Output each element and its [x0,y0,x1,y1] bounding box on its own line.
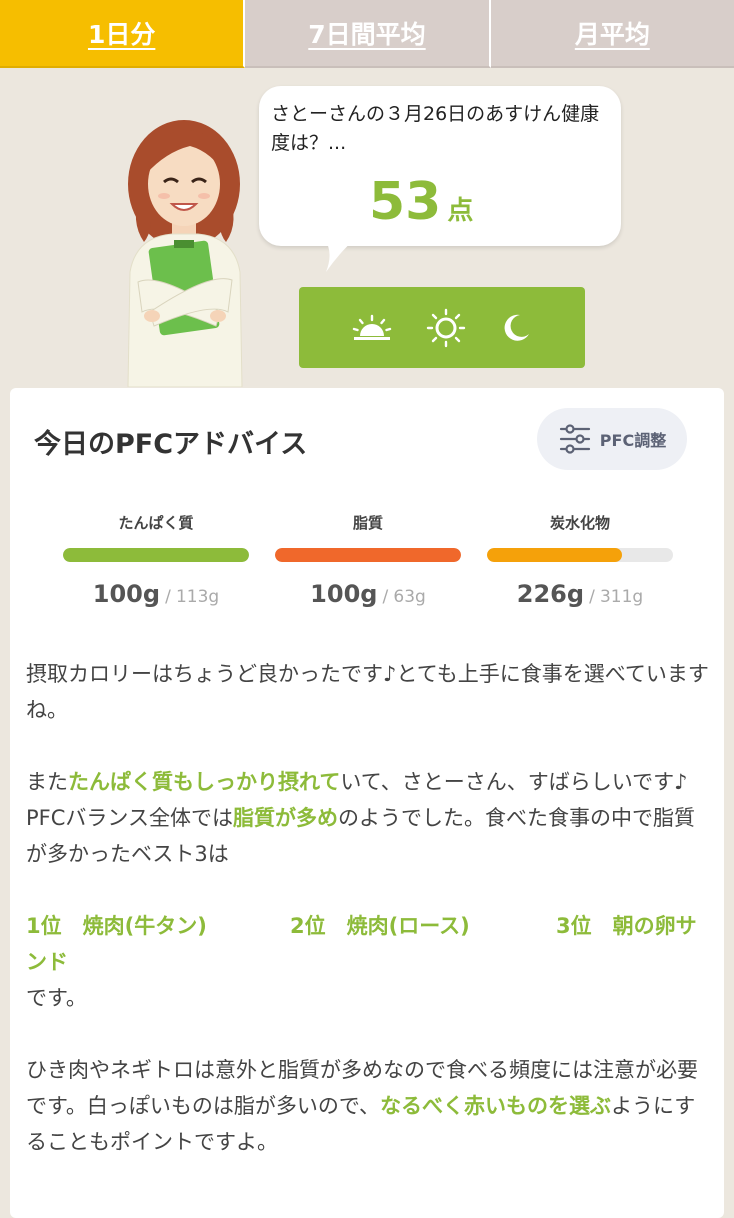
rank-item-2: 2位 焼肉(ロース) [290,914,470,938]
advice-paragraph: 摂取カロリーはちょうど良かったです♪とても上手に食事を選べていますね。 [26,662,709,722]
moon-icon[interactable] [500,312,532,344]
nutrient-amount: 226g [516,580,585,608]
health-score-bubble: さとーさんの３月26日のあすけん健康度は？... 53 点 [259,86,621,246]
advice-highlight: 脂質が多め [233,806,338,830]
nutrient-separator: / [589,587,595,607]
sunrise-icon[interactable] [352,314,392,342]
advice-paragraph: PFCバランス全体では脂質が多めのようでした。食べた食事の中で脂質が多かったベス… [26,800,710,872]
health-score-question: さとーさんの３月26日のあすけん健康度は？... [271,103,600,154]
advice-paragraph: です。 [26,986,87,1010]
health-score-unit: 点 [447,196,474,226]
advice-text: 摂取カロリーはちょうど良かったです♪とても上手に食事を選べていますね。 またたん… [26,656,710,1160]
nutrient-value: 226g / 311g [487,580,673,608]
tab-1day[interactable]: 1日分 [0,0,246,68]
nutrient-value: 100g / 63g [275,580,461,608]
nutrient-amount: 100g [310,580,378,608]
nutrient-label: たんぱく質 [118,514,194,532]
nutrient-target: 311g [599,587,644,607]
advice-text-part: いて、さとーさん、すばらしいです♪ [340,770,688,794]
health-score: 53 点 [369,172,473,232]
health-score-value: 53 [369,172,442,232]
nutrient-protein: たんぱく質 100g / 113g [63,512,249,608]
nutrient-bar-fill [487,548,623,562]
advisor-character-illustration [127,120,243,387]
pfc-advice-card: 今日のPFCアドバイス PFC調整 たんぱく質 100g / 113g 脂質 1… [10,388,724,1218]
sliders-icon [559,424,590,454]
pfc-adjust-button[interactable]: PFC調整 [537,408,687,470]
card-title: 今日のPFCアドバイス [34,429,308,460]
nutrient-carbs: 炭水化物 226g / 311g [487,512,673,608]
bubble-tail [324,238,356,272]
sun-icon[interactable] [426,308,466,348]
nutrient-bar-fill [63,548,249,562]
advice-highlight: たんぱく質もしっかり摂れて [68,770,341,794]
nutrient-bar-track [487,548,673,562]
tab-7day-average[interactable]: 7日間平均 [245,0,491,68]
nutrient-label: 脂質 [352,514,383,532]
nutrient-bar-track [63,548,249,562]
rank-item-1: 1位 焼肉(牛タン) [26,914,207,938]
nutrient-label: 炭水化物 [549,514,610,532]
advice-paragraph: またたんぱく質もしっかり摂れていて、さとーさん、すばらしいです♪ [26,764,710,800]
nutrient-amount: 100g [92,580,161,608]
nutrient-fat: 脂質 100g / 63g [275,512,461,608]
advice-text-part: また [26,770,68,794]
nutrient-bar-fill [275,548,461,562]
nutrient-value: 100g / 113g [63,580,249,608]
advice-highlight: なるべく赤いものを選ぶ [380,1094,612,1118]
nutrient-target: 113g [175,587,220,607]
advice-paragraph: ひき肉やネギトロは意外と脂質が多めなので食べる頻度には注意が必要です。白っぽいも… [26,1052,710,1160]
period-tabs: 1日分 7日間平均 月平均 [0,0,734,68]
nutrient-bar-track [275,548,461,562]
tab-monthly-average[interactable]: 月平均 [490,0,734,68]
fat-ranking: 1位 焼肉(牛タン) 2位 焼肉(ロース) 3位 朝の卵サンド [26,908,710,980]
nutrient-target: 63g [393,587,426,607]
nutrient-separator: / [165,587,171,607]
nutrient-separator: / [382,587,389,607]
meal-time-selector [299,287,585,368]
pfc-adjust-label: PFC調整 [599,431,667,450]
advice-text-part: PFCバランス全体では [26,806,233,830]
